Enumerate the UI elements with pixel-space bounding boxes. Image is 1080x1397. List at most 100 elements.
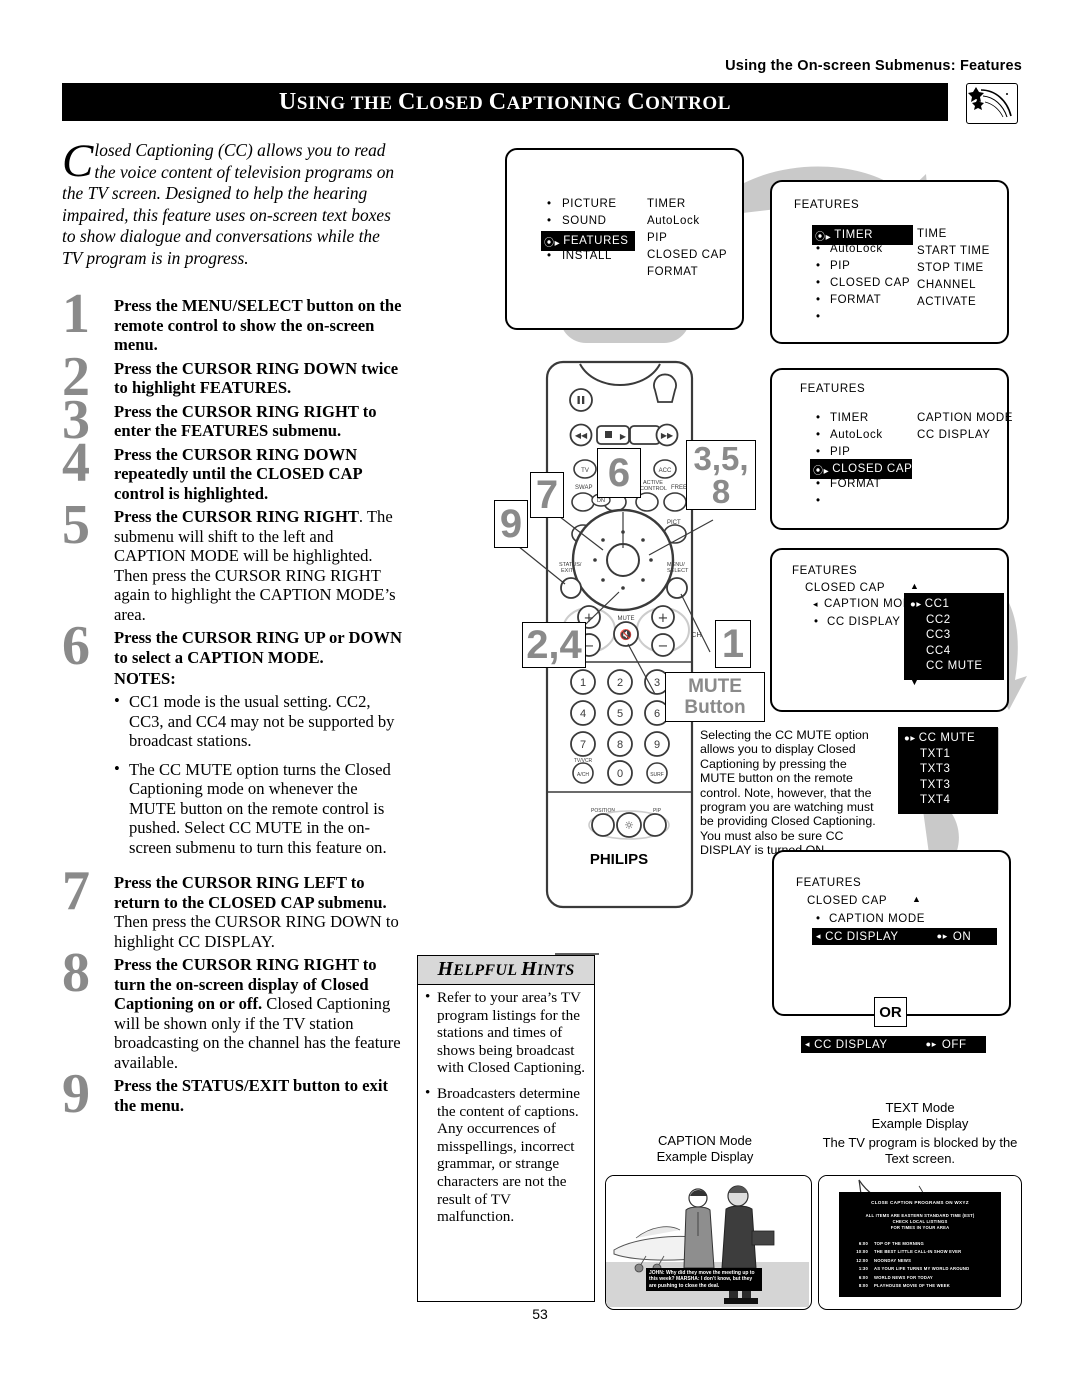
osd-item-picture[interactable]: PICTURE — [562, 198, 617, 210]
osd-item-closed-cap[interactable]: CLOSED CAP — [830, 277, 910, 289]
svg-text:SELECT: SELECT — [667, 568, 689, 574]
osd-item-timer[interactable]: TIMER — [830, 412, 869, 424]
steps-list: 1 Press the MENU/SELECT button on the re… — [62, 286, 407, 1122]
bullet-icon: • — [816, 260, 821, 272]
bullet-icon: • — [816, 412, 821, 424]
text-mode-line2: Example Display — [871, 1115, 969, 1131]
text-mode-tv-example: CLOSE CAPTION PROGRAMS ON WXYZ ALL ITEMS… — [818, 1175, 1022, 1310]
osd-item-value: OFF — [941, 1038, 967, 1051]
osd-item-cc-display[interactable]: CC DISPLAY — [827, 616, 901, 628]
step-3: 3 Press the CURSOR RING RIGHT to enter t… — [62, 392, 407, 448]
osd-item-format[interactable]: FORMAT — [830, 478, 881, 490]
running-head: Using the On-screen Submenus: Features — [725, 58, 1022, 74]
osd-item-cc-display-highlighted[interactable]: ◂ CC DISPLAY ●▸ ON — [812, 928, 997, 945]
step-number: 7 — [62, 860, 90, 922]
svg-text:▶: ▶ — [620, 432, 627, 441]
osd-item-features-highlighted[interactable]: ⦿▸ FEATURES — [541, 231, 635, 251]
or-label: OR — [874, 997, 907, 1027]
bullet-icon: • — [816, 311, 821, 323]
caption-mode-options[interactable]: ●▸ CC1 CC2 CC3 CC4 CC MUTE — [904, 593, 1004, 680]
osd-item-caption-mode[interactable]: CAPTION MODE — [829, 913, 925, 925]
bullet-icon: • — [816, 429, 821, 441]
hint-item: Refer to your area’s TV program listings… — [424, 988, 588, 1077]
bullet-icon: • — [547, 198, 552, 210]
selected-marker-icon: ●▸ — [925, 1039, 937, 1049]
callout-6: 6 — [597, 448, 641, 498]
scroll-up-arrow-icon[interactable]: ▲ — [910, 581, 920, 591]
svg-text:☼: ☼ — [624, 819, 634, 832]
osd-cc-display-off-row[interactable]: ◂ CC DISPLAY ●▸ OFF — [801, 1036, 986, 1053]
cursor-left-icon: ◂ — [805, 1039, 811, 1049]
listing-row: 12:00 NOONDAY NEWS — [856, 1257, 912, 1263]
notes-list: CC1 mode is the usual setting. CC2, CC3,… — [114, 691, 407, 857]
step-text: Press the STATUS/EXIT button to exit the… — [114, 1076, 388, 1115]
svg-text:▶▶: ▶▶ — [661, 431, 674, 440]
option-txt3-b[interactable]: TXT3 — [904, 778, 988, 794]
step-text: Press the CURSOR RING RIGHT to turn the … — [114, 955, 401, 1072]
intro-paragraph: Closed Captioning (CC) allows you to rea… — [62, 138, 402, 269]
mute-callout-line1: MUTE — [688, 676, 742, 697]
bullet-icon: • — [816, 277, 821, 289]
osd-item-closed-cap-highlighted[interactable]: ⦿▸ CLOSED CAP — [810, 459, 912, 479]
osd-item-format[interactable]: FORMAT — [830, 294, 881, 306]
svg-text:7: 7 — [580, 739, 586, 751]
listing-row: 10:00 THE BEST LITTLE CALL-IN SHOW EVER — [856, 1249, 962, 1255]
option-cc2[interactable]: CC2 — [910, 613, 994, 629]
step-9: 9 Press the STATUS/EXIT button to exit t… — [62, 1066, 407, 1122]
option-cc-mute[interactable]: CC MUTE — [910, 659, 994, 675]
osd-item-pip[interactable]: PIP — [830, 446, 850, 458]
osd-sub-autolock: AutoLock — [647, 215, 700, 227]
note-item: CC1 mode is the usual setting. CC2, CC3,… — [114, 691, 407, 751]
cursor-ring-icon: ⦿▸ — [815, 231, 832, 243]
cursor-left-icon: ◂ — [813, 599, 819, 609]
option-cc-mute[interactable]: ●▸ CC MUTE — [904, 731, 988, 747]
osd-title: FEATURES — [796, 877, 862, 889]
svg-text:TV: TV — [581, 468, 589, 474]
page-title: USING THE CLOSED CAPTIONING CONTROL — [278, 88, 732, 115]
svg-text:6: 6 — [654, 708, 660, 720]
caption-mode-caption: CAPTION Mode Example Display — [610, 1133, 800, 1164]
step-4: 4 Press the CURSOR RING DOWN repeatedly … — [62, 435, 407, 504]
caption-mode-tv-example: JOHN: Why did they move the meeting up t… — [605, 1175, 812, 1310]
scroll-up-arrow-icon[interactable]: ▲ — [912, 894, 922, 904]
selected-marker-icon: ●▸ — [904, 733, 916, 744]
bullet-icon: • — [816, 294, 821, 306]
osd-item-autolock[interactable]: AutoLock — [830, 429, 883, 441]
listing-row: 1:30 AS YOUR LIFE TURNS MY WORLD AROUND — [858, 1266, 970, 1272]
osd-item-label: CC DISPLAY — [814, 1038, 888, 1051]
osd-item-label: TIMER — [834, 229, 874, 241]
text-mode-options[interactable]: ●▸ CC MUTE TXT1 TXT3 TXT3 TXT4 — [898, 727, 998, 814]
svg-text:ACC: ACC — [659, 468, 672, 474]
text-mode-screen: CLOSE CAPTION PROGRAMS ON WXYZ ALL ITEMS… — [839, 1192, 1001, 1297]
svg-text:A/CH: A/CH — [577, 772, 589, 778]
osd-main-menu: • PICTURE • SOUND ⦿▸ FEATURES • INSTALL T… — [505, 148, 744, 330]
osd-sub-format: FORMAT — [647, 266, 699, 278]
option-cc1[interactable]: ●▸ CC1 — [910, 597, 994, 613]
option-cc4[interactable]: CC4 — [910, 644, 994, 660]
option-cc3[interactable]: CC3 — [910, 628, 994, 644]
svg-text:SURF: SURF — [650, 772, 664, 778]
step-text: Press the CURSOR RING RIGHT to enter the… — [114, 401, 377, 441]
osd-caption-mode-dropdown: FEATURES CLOSED CAP ▲ ◂ CAPTION MODE • C… — [770, 548, 1009, 712]
osd-subtitle: CLOSED CAP — [807, 895, 888, 907]
osd-item-label: FEATURES — [563, 235, 629, 247]
step-number: 6 — [62, 615, 90, 677]
option-txt4[interactable]: TXT4 — [904, 793, 988, 809]
osd-item-pip[interactable]: PIP — [830, 260, 850, 272]
bullet-icon: • — [816, 478, 821, 490]
callout-3-5-8: 3,5,8 3,5,8 — [686, 440, 756, 510]
option-txt3-a[interactable]: TXT3 — [904, 762, 988, 778]
osd-item-autolock[interactable]: AutoLock — [830, 243, 883, 255]
osd-item-timer-highlighted[interactable]: ⦿▸ TIMER — [812, 225, 913, 245]
svg-text:EXIT: EXIT — [561, 568, 574, 574]
osd-sub-timer: TIMER — [647, 198, 686, 210]
step-1: 1 Press the MENU/SELECT button on the re… — [62, 286, 407, 355]
step-6: 6 Press the CURSOR RING UP or DOWN to se… — [62, 618, 407, 857]
osd-sub-activate: ACTIVATE — [917, 296, 977, 308]
osd-item-sound[interactable]: SOUND — [562, 215, 607, 227]
option-txt1[interactable]: TXT1 — [904, 747, 988, 763]
step-7: 7 Press the CURSOR RING LEFT to return t… — [62, 863, 407, 951]
text-mode-line1: TEXT Mode — [885, 1100, 955, 1115]
osd-item-install[interactable]: INSTALL — [562, 250, 612, 262]
osd-title: FEATURES — [800, 383, 866, 395]
